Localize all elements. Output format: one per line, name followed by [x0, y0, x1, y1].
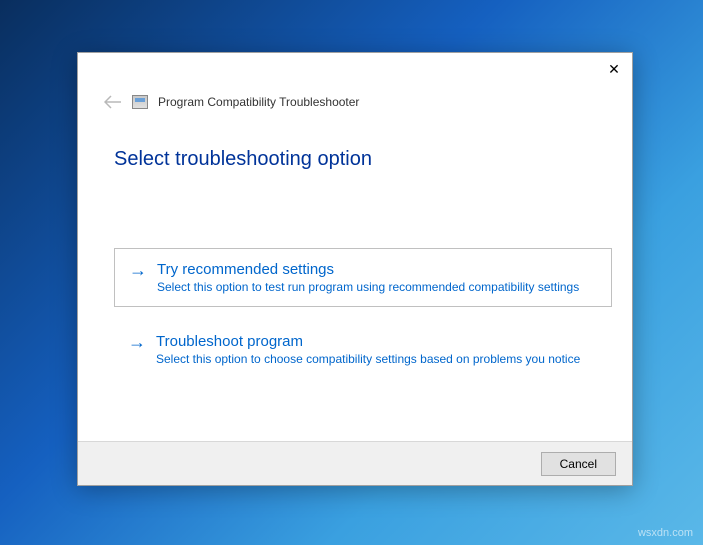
dialog-title: Program Compatibility Troubleshooter — [158, 95, 359, 109]
watermark: wsxdn.com — [638, 527, 693, 539]
arrow-right-icon: → — [129, 261, 147, 279]
option-text: Troubleshoot program Select this option … — [156, 333, 598, 366]
option-description: Select this option to test run program u… — [157, 280, 597, 294]
option-troubleshoot-program[interactable]: → Troubleshoot program Select this optio… — [114, 321, 612, 378]
option-description: Select this option to choose compatibili… — [156, 352, 598, 366]
troubleshooter-icon — [132, 95, 148, 109]
close-button[interactable]: ✕ — [604, 59, 624, 79]
back-arrow-icon[interactable] — [104, 95, 122, 109]
main-heading: Select troubleshooting option — [114, 148, 372, 171]
dialog-header: Program Compatibility Troubleshooter — [104, 95, 359, 109]
troubleshooter-dialog: ✕ Program Compatibility Troubleshooter S… — [77, 52, 633, 486]
option-text: Try recommended settings Select this opt… — [157, 261, 597, 294]
option-title: Troubleshoot program — [156, 333, 598, 350]
option-title: Try recommended settings — [157, 261, 597, 278]
dialog-footer: Cancel — [78, 441, 632, 485]
options-list: → Try recommended settings Select this o… — [114, 248, 612, 392]
option-try-recommended[interactable]: → Try recommended settings Select this o… — [114, 248, 612, 307]
arrow-right-icon: → — [128, 333, 146, 351]
cancel-button[interactable]: Cancel — [541, 452, 616, 476]
